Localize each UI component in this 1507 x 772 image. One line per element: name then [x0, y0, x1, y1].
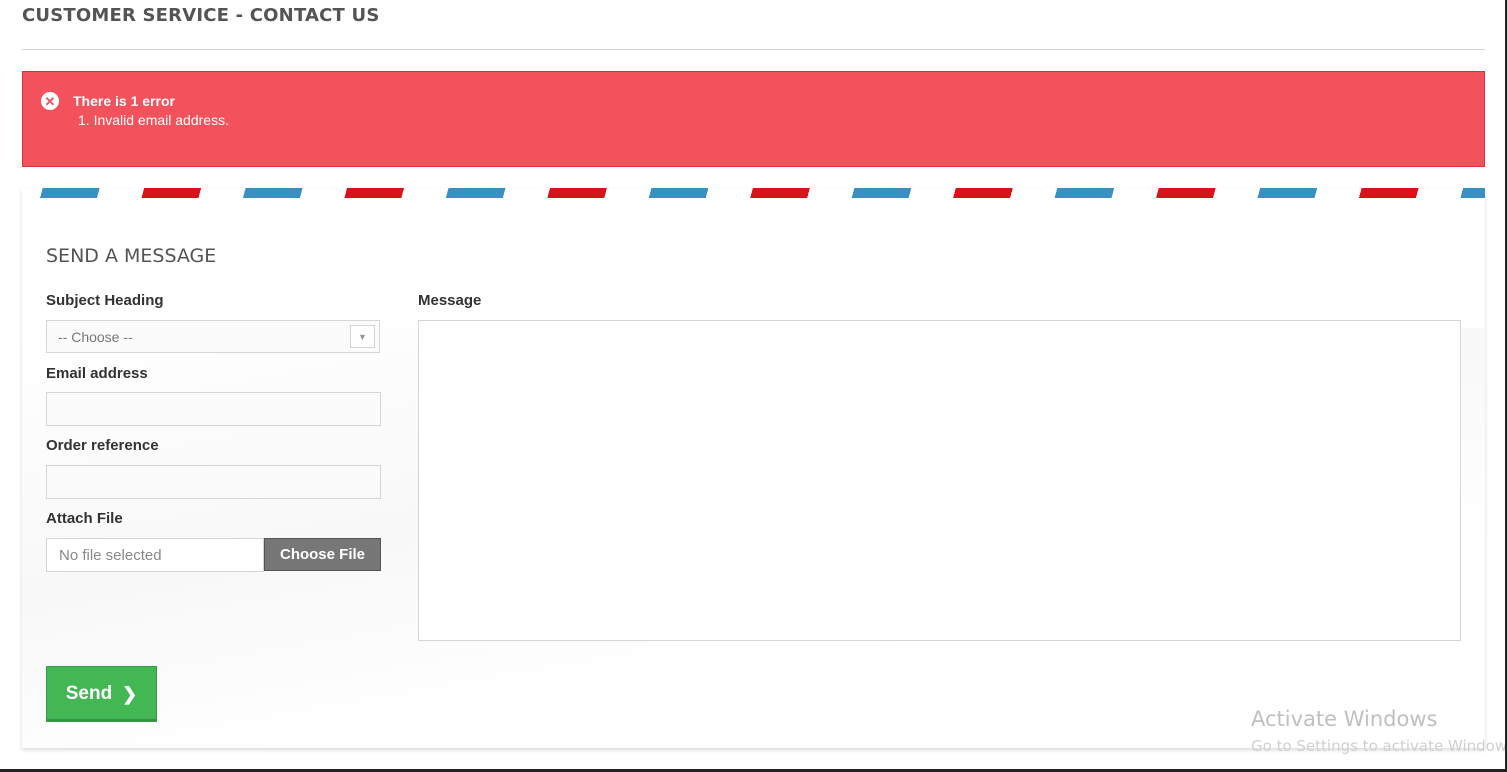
section-title: SEND A MESSAGE — [46, 245, 217, 267]
contact-form-envelope: SEND A MESSAGE Subject Heading -- Choose… — [22, 188, 1485, 748]
airmail-stripes — [22, 188, 1485, 198]
subject-heading-select[interactable]: -- Choose -- ▼ — [46, 320, 380, 353]
attach-file-label: Attach File — [46, 510, 123, 527]
page-title: CUSTOMER SERVICE - CONTACT US — [22, 5, 380, 26]
chevron-down-icon[interactable]: ▼ — [350, 325, 375, 348]
order-reference-label: Order reference — [46, 437, 159, 454]
close-circle-icon: ✕ — [41, 92, 59, 110]
activate-windows-subtitle: Go to Settings to activate Windows. — [1251, 737, 1507, 755]
file-name-display[interactable]: No file selected — [46, 538, 264, 572]
choose-file-button[interactable]: Choose File — [264, 538, 381, 571]
send-button-label: Send — [65, 683, 113, 704]
alert-title: There is 1 error — [73, 93, 175, 109]
send-button[interactable]: Send ❯ — [46, 666, 157, 722]
message-textarea[interactable] — [418, 320, 1461, 641]
chevron-right-icon: ❯ — [122, 683, 138, 704]
title-divider — [22, 49, 1485, 50]
email-address-label: Email address — [46, 365, 148, 382]
order-reference-field[interactable] — [46, 465, 381, 499]
error-alert: ✕ There is 1 error 1. Invalid email addr… — [22, 71, 1485, 167]
alert-error-item: 1. Invalid email address. — [78, 112, 229, 128]
activate-windows-title: Activate Windows — [1251, 707, 1438, 731]
subject-heading-value: -- Choose -- — [58, 329, 133, 345]
email-field[interactable] — [46, 392, 381, 426]
subject-heading-label: Subject Heading — [46, 292, 164, 309]
message-label: Message — [418, 292, 482, 309]
